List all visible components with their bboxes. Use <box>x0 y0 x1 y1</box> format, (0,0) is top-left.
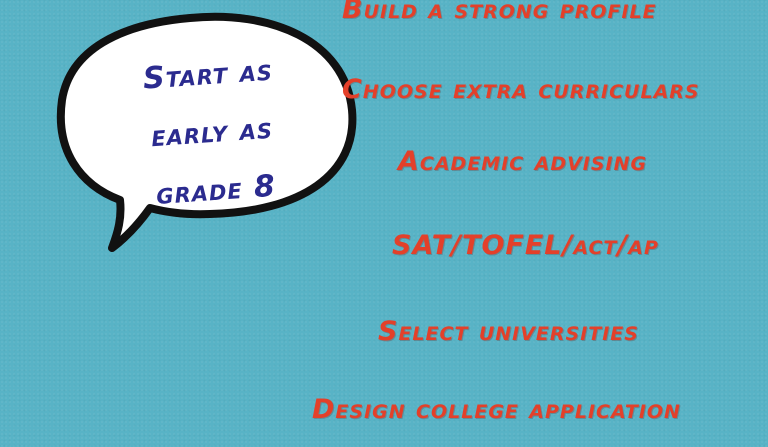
step-academic-advising: Academic advising <box>398 146 648 177</box>
bubble-text: Start as early as grade 8 <box>106 39 318 227</box>
step-build-profile: Build a strong profile <box>342 0 657 25</box>
step-tests: SAT/TOFEL/act/ap <box>392 230 659 261</box>
step-extra-curriculars: Choose extra curriculars <box>342 74 700 105</box>
step-college-application: Design college application <box>312 394 681 425</box>
step-select-universities: Select universities <box>378 316 639 347</box>
steps-list: Build a strong profile Choose extra curr… <box>300 0 768 447</box>
